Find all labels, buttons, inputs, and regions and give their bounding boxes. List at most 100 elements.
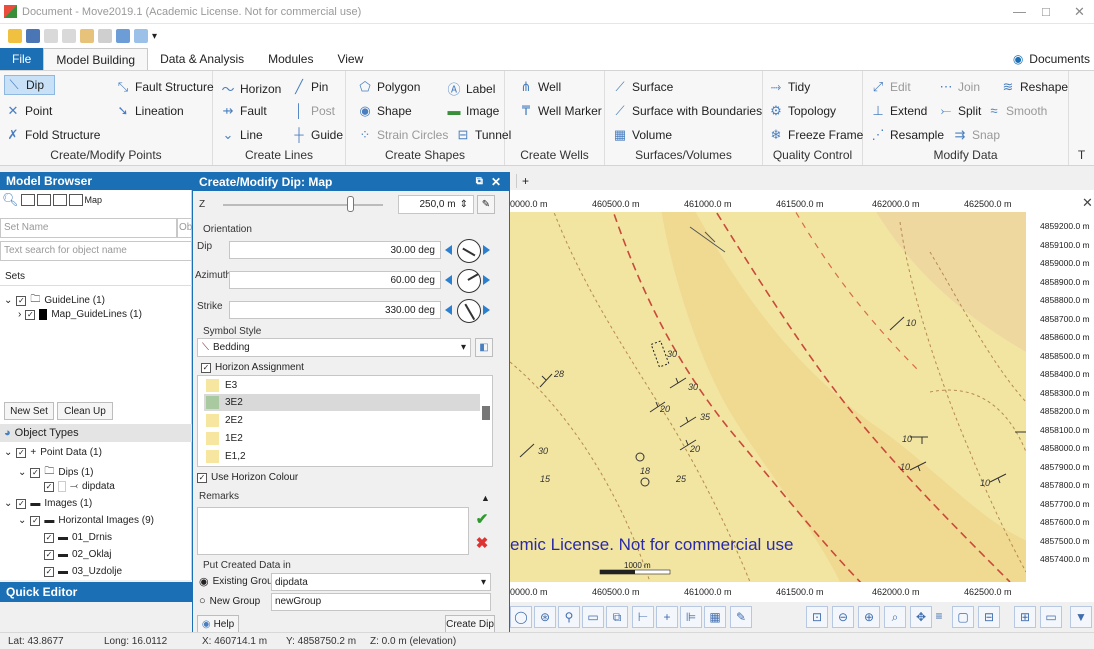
list-view-2-icon[interactable] (36, 194, 51, 206)
fault-structure-button[interactable]: ⤡ Fault Structure (116, 79, 214, 95)
cut-icon[interactable] (44, 29, 58, 43)
azimuth-value-input[interactable]: 60.00 deg (229, 271, 441, 289)
zoom-box-icon[interactable]: ⌕ (884, 606, 906, 628)
split-view-icon[interactable]: ⊟ (978, 606, 1000, 628)
close-window-icon[interactable]: ✕ (1074, 4, 1085, 20)
checkbox[interactable]: ✓ (201, 362, 211, 373)
image-button[interactable]: ▬ Image (447, 103, 500, 118)
z-slider-track[interactable] (223, 204, 383, 206)
list-item[interactable]: E3 (204, 377, 480, 394)
list-item-selected[interactable]: 3E2 (204, 394, 480, 411)
align-tool[interactable]: ⊫ (680, 606, 702, 628)
close-map-icon[interactable]: ✕ (1082, 195, 1093, 211)
list-view-4-icon[interactable] (68, 194, 83, 206)
tab-modules[interactable]: Modules (256, 48, 325, 70)
view-icon[interactable] (116, 29, 130, 43)
qat-dropdown-icon[interactable]: ▾ (152, 31, 157, 42)
accept-button[interactable]: ✔ (473, 510, 491, 528)
strike-decrement-icon[interactable] (445, 305, 452, 315)
surface-button[interactable]: ⟋ Surface (613, 79, 673, 95)
file-menu[interactable]: File (0, 48, 44, 70)
shape-button[interactable]: ◉ Shape (358, 103, 411, 119)
lineation-button[interactable]: ➘ Lineation (116, 103, 184, 119)
close-dialog-icon[interactable]: ✕ (491, 173, 501, 191)
dip-dial[interactable] (457, 239, 481, 263)
symbol-style-select[interactable]: ⟍ Bedding ▾ (197, 338, 471, 357)
split-button[interactable]: ⤚ Split (939, 103, 982, 119)
polygon-button[interactable]: ⬠ Polygon (358, 79, 420, 95)
float-icon[interactable]: ⧉ (476, 173, 483, 191)
window-view-icon[interactable]: ▭ (1040, 606, 1062, 628)
resample-button[interactable]: ⋰ Resample (871, 127, 945, 143)
pin-button[interactable]: ╱ Pin (292, 79, 328, 95)
checkbox[interactable]: ✓ (197, 472, 207, 483)
strike-dial[interactable] (457, 299, 481, 323)
horizon-list[interactable]: E3 3E2 2E2 1E2 E1,2 (197, 375, 493, 467)
checkbox[interactable]: ✓ (44, 549, 54, 560)
spinner-icon[interactable]: ⇕ (460, 199, 468, 210)
label-button[interactable]: Ⓐ Label (447, 79, 495, 98)
lasso-tool[interactable]: ⊛ (534, 606, 556, 628)
list-item[interactable]: E1,2 (204, 448, 480, 465)
save-icon[interactable] (26, 29, 40, 43)
list-view-3-icon[interactable] (52, 194, 67, 206)
set-name-input[interactable]: Set Name (0, 218, 177, 238)
dip-increment-icon[interactable] (483, 245, 490, 255)
tab-data-analysis[interactable]: Data & Analysis (148, 48, 256, 70)
tree-row-horizontal-images[interactable]: ⌄ ✓ ▬ Horizontal Images (9) (18, 515, 154, 526)
tools-icon[interactable] (134, 29, 148, 43)
list-item[interactable]: 2E2 (204, 412, 480, 429)
horizon-button[interactable]: 〜 Horizon (221, 79, 281, 98)
open-folder-icon[interactable] (8, 29, 22, 43)
pin-tool[interactable]: ⚲ (558, 606, 580, 628)
object-search-input[interactable]: Text search for object name (0, 241, 192, 261)
tunnel-button[interactable]: ⊟ Tunnel (456, 127, 512, 143)
remarks-textarea[interactable] (197, 507, 469, 555)
tab-view[interactable]: View (325, 48, 375, 70)
new-group-radio[interactable]: ○ New Group (199, 595, 260, 607)
documents-menu[interactable]: Documents (1029, 52, 1090, 66)
list-scrollbar[interactable] (482, 406, 490, 420)
select-tool[interactable]: ▭ (582, 606, 604, 628)
existing-group-select[interactable]: dipdata ▾ (271, 573, 491, 591)
smooth-button[interactable]: ≈ Smooth (987, 103, 1047, 118)
symbol-settings-button[interactable]: ◧ (475, 338, 493, 357)
create-dip-button[interactable]: Create Dip (445, 615, 495, 633)
minimize-icon[interactable]: — (1013, 4, 1026, 19)
object-filter-input[interactable]: Ob (177, 218, 192, 238)
search-icon[interactable]: 🔍︎ (2, 192, 19, 208)
add-tool[interactable]: + (656, 606, 678, 628)
post-button[interactable]: │ Post (292, 103, 335, 118)
strike-increment-icon[interactable] (483, 305, 490, 315)
dip-value-input[interactable]: 30.00 deg (229, 241, 441, 259)
topology-button[interactable]: ⚙ Topology (769, 103, 836, 119)
grid-tool[interactable]: ▦ (704, 606, 726, 628)
collapse-icon[interactable]: ▲ (481, 493, 490, 503)
tree-row-dips[interactable]: ⌄ ✓ 🗀 Dips (1) (18, 464, 93, 481)
horizon-assignment-toggle[interactable]: ✓ Horizon Assignment (201, 362, 304, 373)
edit-button[interactable]: ⤢ Edit (871, 79, 911, 95)
tree-row-point-data[interactable]: ⌄ ✓ + Point Data (1) (4, 447, 102, 458)
new-group-input[interactable]: newGroup (271, 593, 491, 611)
delete-icon[interactable] (98, 29, 112, 43)
snap-left-tool[interactable]: ⊢ (632, 606, 654, 628)
tree-row-images[interactable]: ⌄ ✓ ▬ Images (1) (4, 498, 92, 509)
zoom-out-icon[interactable]: ⊖ (832, 606, 854, 628)
help-globe-icon[interactable]: ◉ (1013, 52, 1023, 66)
checkbox[interactable]: ✓ (44, 481, 54, 492)
checkbox[interactable]: ✓ (44, 532, 54, 543)
paste-icon[interactable] (80, 29, 94, 43)
tree-row-02-oklaj[interactable]: ✓ ▬ 02_Oklaj (44, 549, 111, 560)
menu-icon[interactable]: ≡ (934, 606, 944, 628)
checkbox[interactable]: ✓ (16, 498, 27, 509)
checkbox[interactable]: ✓ (16, 447, 27, 458)
z-value-input[interactable]: 250,0 m ⇕ (398, 195, 474, 214)
join-button[interactable]: ⋯ Join (939, 79, 981, 95)
strike-value-input[interactable]: 330.00 deg (229, 301, 441, 319)
help-button[interactable]: ◉ Help (197, 615, 239, 633)
dip-button[interactable]: ⟍ Dip (4, 75, 56, 95)
point-button[interactable]: ✕ Point (6, 103, 53, 119)
checkbox[interactable]: ✓ (44, 566, 54, 577)
checkbox[interactable]: ✓ (30, 515, 41, 526)
copy-icon[interactable] (62, 29, 76, 43)
